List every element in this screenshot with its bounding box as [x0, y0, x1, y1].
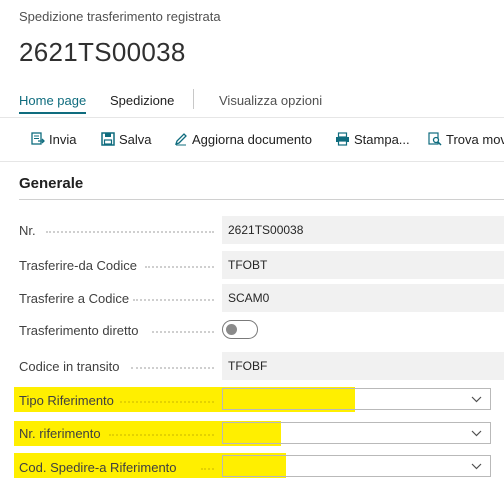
save-button[interactable]: Salva [101, 130, 152, 148]
section-top-divider [0, 161, 504, 162]
pencil-icon [174, 133, 187, 146]
page-title: 2621TS00038 [19, 37, 186, 67]
label-leader-dots [131, 367, 214, 369]
toggle-knob [226, 324, 237, 335]
chevron-down-icon [471, 430, 482, 437]
send-label: Invia [49, 131, 77, 147]
field-label-no: Nr. [19, 223, 36, 238]
chevron-down-icon [471, 463, 482, 470]
toolbar-divider [0, 117, 504, 118]
save-label: Salva [119, 131, 152, 147]
tab-separator [193, 89, 194, 109]
label-leader-dots [201, 468, 214, 470]
section-title[interactable]: Generale [19, 175, 83, 192]
update-document-button[interactable]: Aggiorna documento [174, 130, 312, 148]
print-label: Stampa... [354, 131, 410, 147]
find-entries-label: Trova mov [446, 131, 504, 147]
highlight-mark [223, 389, 355, 409]
field-value-transfer-to: SCAM0 [222, 284, 504, 312]
field-value-in-transit: TFOBF [222, 352, 504, 380]
label-leader-dots [46, 231, 214, 233]
printer-icon [336, 132, 349, 146]
send-icon [31, 132, 45, 145]
update-document-label: Aggiorna documento [192, 131, 312, 147]
label-leader-dots [120, 401, 214, 403]
tab-home-page[interactable]: Home page [19, 93, 87, 114]
label-leader-dots [133, 299, 214, 301]
print-button[interactable]: Stampa... [335, 130, 410, 148]
field-label-transfer-to: Trasferire a Codice [19, 291, 130, 306]
find-entries-button[interactable]: Trova mov [428, 130, 504, 148]
label-leader-dots [109, 434, 214, 436]
search-document-icon [428, 132, 442, 146]
field-label-ref-type: Tipo Riferimento [19, 393, 114, 408]
field-label-direct-transfer: Trasferimento diretto [19, 323, 139, 338]
field-value-transfer-from: TFOBT [222, 251, 504, 279]
direct-transfer-toggle[interactable] [222, 320, 258, 339]
field-value-no: 2621TS00038 [222, 216, 504, 244]
send-button[interactable]: Invia [31, 130, 76, 148]
chevron-down-icon [471, 396, 482, 403]
highlight-mark [223, 423, 281, 443]
tab-view-options[interactable]: Visualizza opzioni [219, 93, 322, 108]
section-divider [19, 199, 504, 200]
label-leader-dots [152, 331, 214, 333]
field-label-in-transit: Codice in transito [19, 359, 120, 374]
field-label-ship-to-ref: Cod. Spedire-a Riferimento [19, 460, 177, 475]
field-label-transfer-from: Trasferire-da Codice [19, 258, 138, 273]
label-leader-dots [145, 266, 214, 268]
highlight-mark [223, 456, 286, 476]
save-icon [101, 132, 115, 146]
page-caption: Spedizione trasferimento registrata [19, 9, 221, 24]
tab-shipment[interactable]: Spedizione [110, 93, 174, 108]
field-label-ref-no: Nr. riferimento [19, 426, 101, 441]
